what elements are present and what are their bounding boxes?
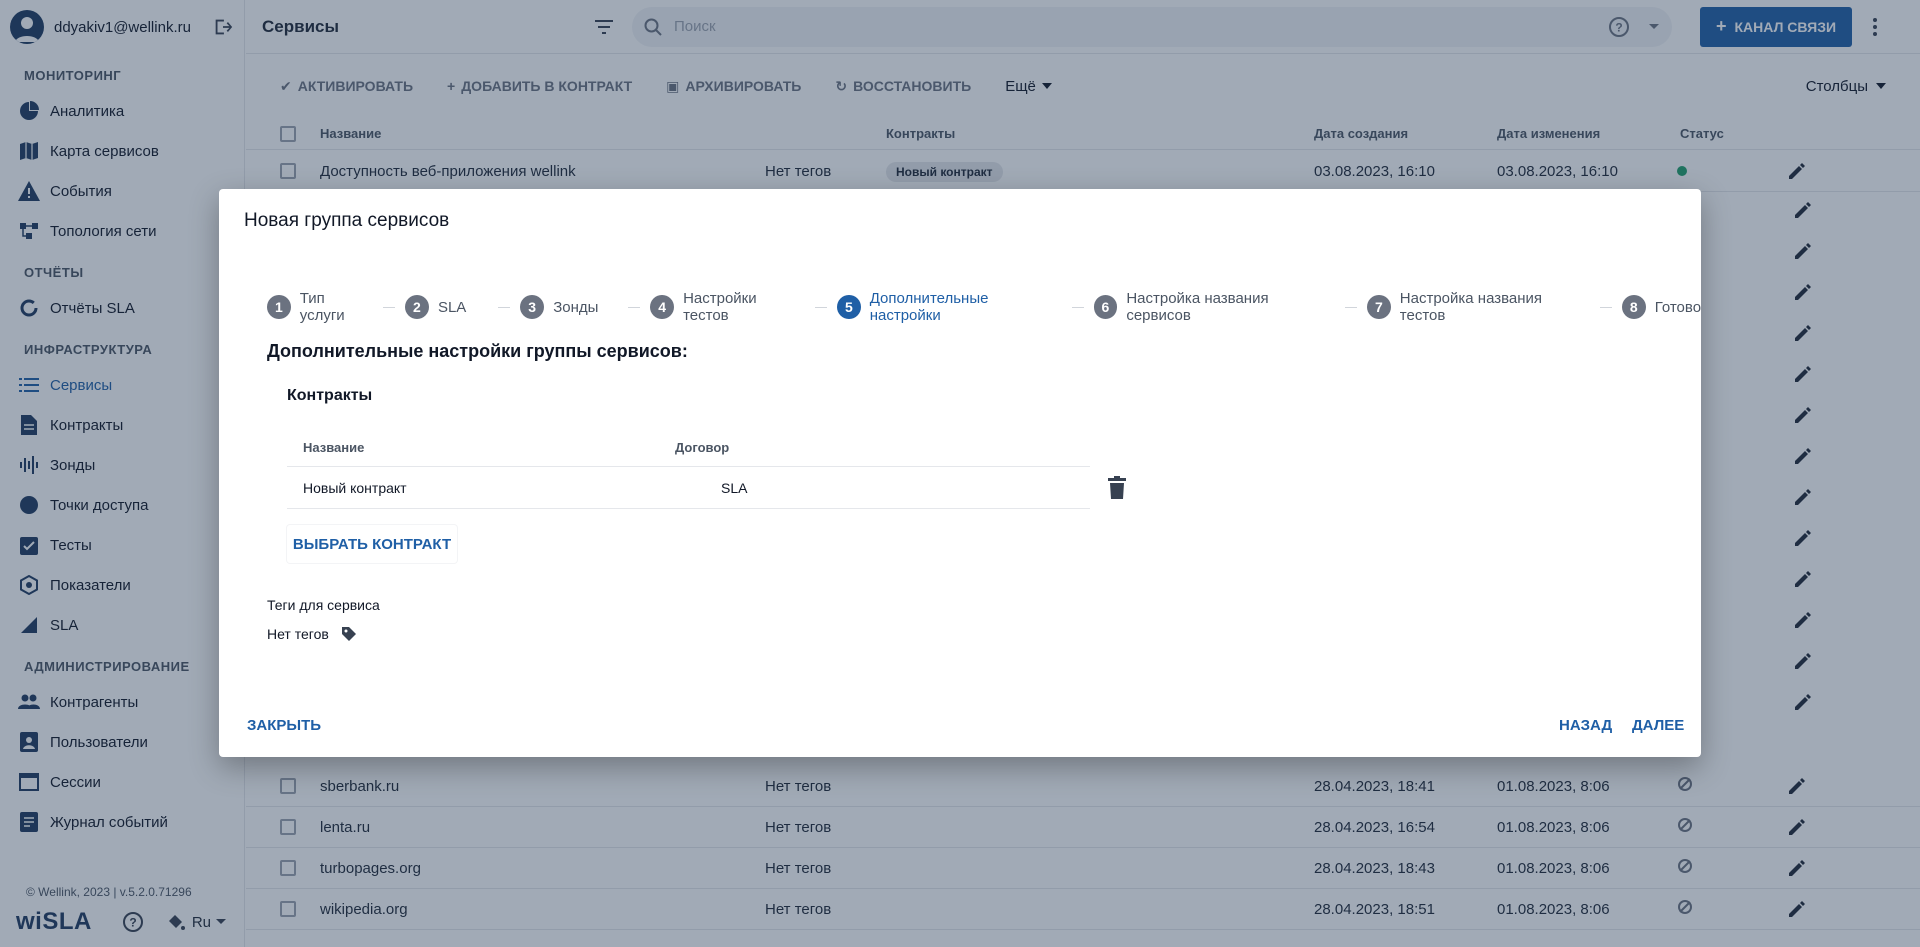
contract-row: Новый контракт SLA <box>287 468 1090 509</box>
tags-value: Нет тегов <box>267 626 357 642</box>
step-number: 7 <box>1367 295 1391 319</box>
step-label: Дополнительные настройки <box>869 290 989 324</box>
step-label: Зонды <box>553 298 599 316</box>
close-button[interactable]: ЗАКРЫТЬ <box>247 717 321 734</box>
dialog-title: Новая группа сервисов <box>244 210 450 231</box>
step-connector <box>383 306 395 308</box>
step-connector <box>815 306 827 308</box>
step-6[interactable]: 6 Настройка названия сервисов <box>1093 290 1336 324</box>
step-label: Тип услуги <box>299 290 345 324</box>
step-2[interactable]: 2 SLA <box>404 295 467 319</box>
tag-icon[interactable] <box>341 626 357 642</box>
section-heading: Дополнительные настройки группы сервисов… <box>267 341 688 361</box>
next-button[interactable]: ДАЛЕЕ <box>1632 717 1684 734</box>
step-number: 4 <box>650 295 675 319</box>
header-contract-name: Название <box>303 440 365 455</box>
step-4[interactable]: 4 Настройки тестов <box>650 290 805 324</box>
tags-label: Теги для сервиса <box>267 597 380 613</box>
step-label: Настройка названия тестов <box>1399 290 1543 324</box>
step-number: 1 <box>267 295 291 319</box>
contract-agreement: SLA <box>721 480 748 496</box>
wizard-stepper: 1 Тип услуги 2 SLA 3 Зонды 4 Настройки тесто… <box>267 290 1701 324</box>
step-connector <box>1599 306 1612 308</box>
new-service-group-dialog: Новая группа сервисов 1 Тип услуги 2 SLA 3… <box>219 189 1701 757</box>
step-number: 3 <box>520 295 545 319</box>
step-1[interactable]: 1 Тип услуги <box>267 290 373 324</box>
contracts-heading: Контракты <box>287 387 373 404</box>
step-number: 8 <box>1621 295 1646 319</box>
step-number: 5 <box>836 295 861 319</box>
tags-empty-text: Нет тегов <box>267 626 329 642</box>
step-3[interactable]: 3 Зонды <box>520 295 598 319</box>
step-connector <box>1071 306 1084 308</box>
step-label: Настройки тестов <box>683 290 757 324</box>
step-number: 6 <box>1093 295 1118 319</box>
choose-contract-button[interactable]: ВЫБРАТЬ КОНТРАКТ <box>287 525 457 563</box>
step-connector <box>628 306 641 308</box>
step-connector <box>1345 306 1358 308</box>
step-8[interactable]: 8 Готово <box>1621 295 1702 319</box>
step-label: Настройка названия сервисов <box>1126 290 1269 324</box>
contracts-table-header: Название Договор <box>287 429 1090 467</box>
step-label: SLA <box>437 298 467 316</box>
back-button[interactable]: НАЗАД <box>1559 717 1612 734</box>
step-connector <box>498 306 511 308</box>
step-label: Готово <box>1654 298 1702 316</box>
delete-icon[interactable] <box>1106 476 1128 500</box>
step-number: 2 <box>404 295 429 319</box>
contract-name: Новый контракт <box>303 480 407 496</box>
step-7[interactable]: 7 Настройка названия тестов <box>1367 290 1590 324</box>
header-agreement: Договор <box>675 440 730 455</box>
step-5[interactable]: 5 Дополнительные настройки <box>836 290 1062 324</box>
